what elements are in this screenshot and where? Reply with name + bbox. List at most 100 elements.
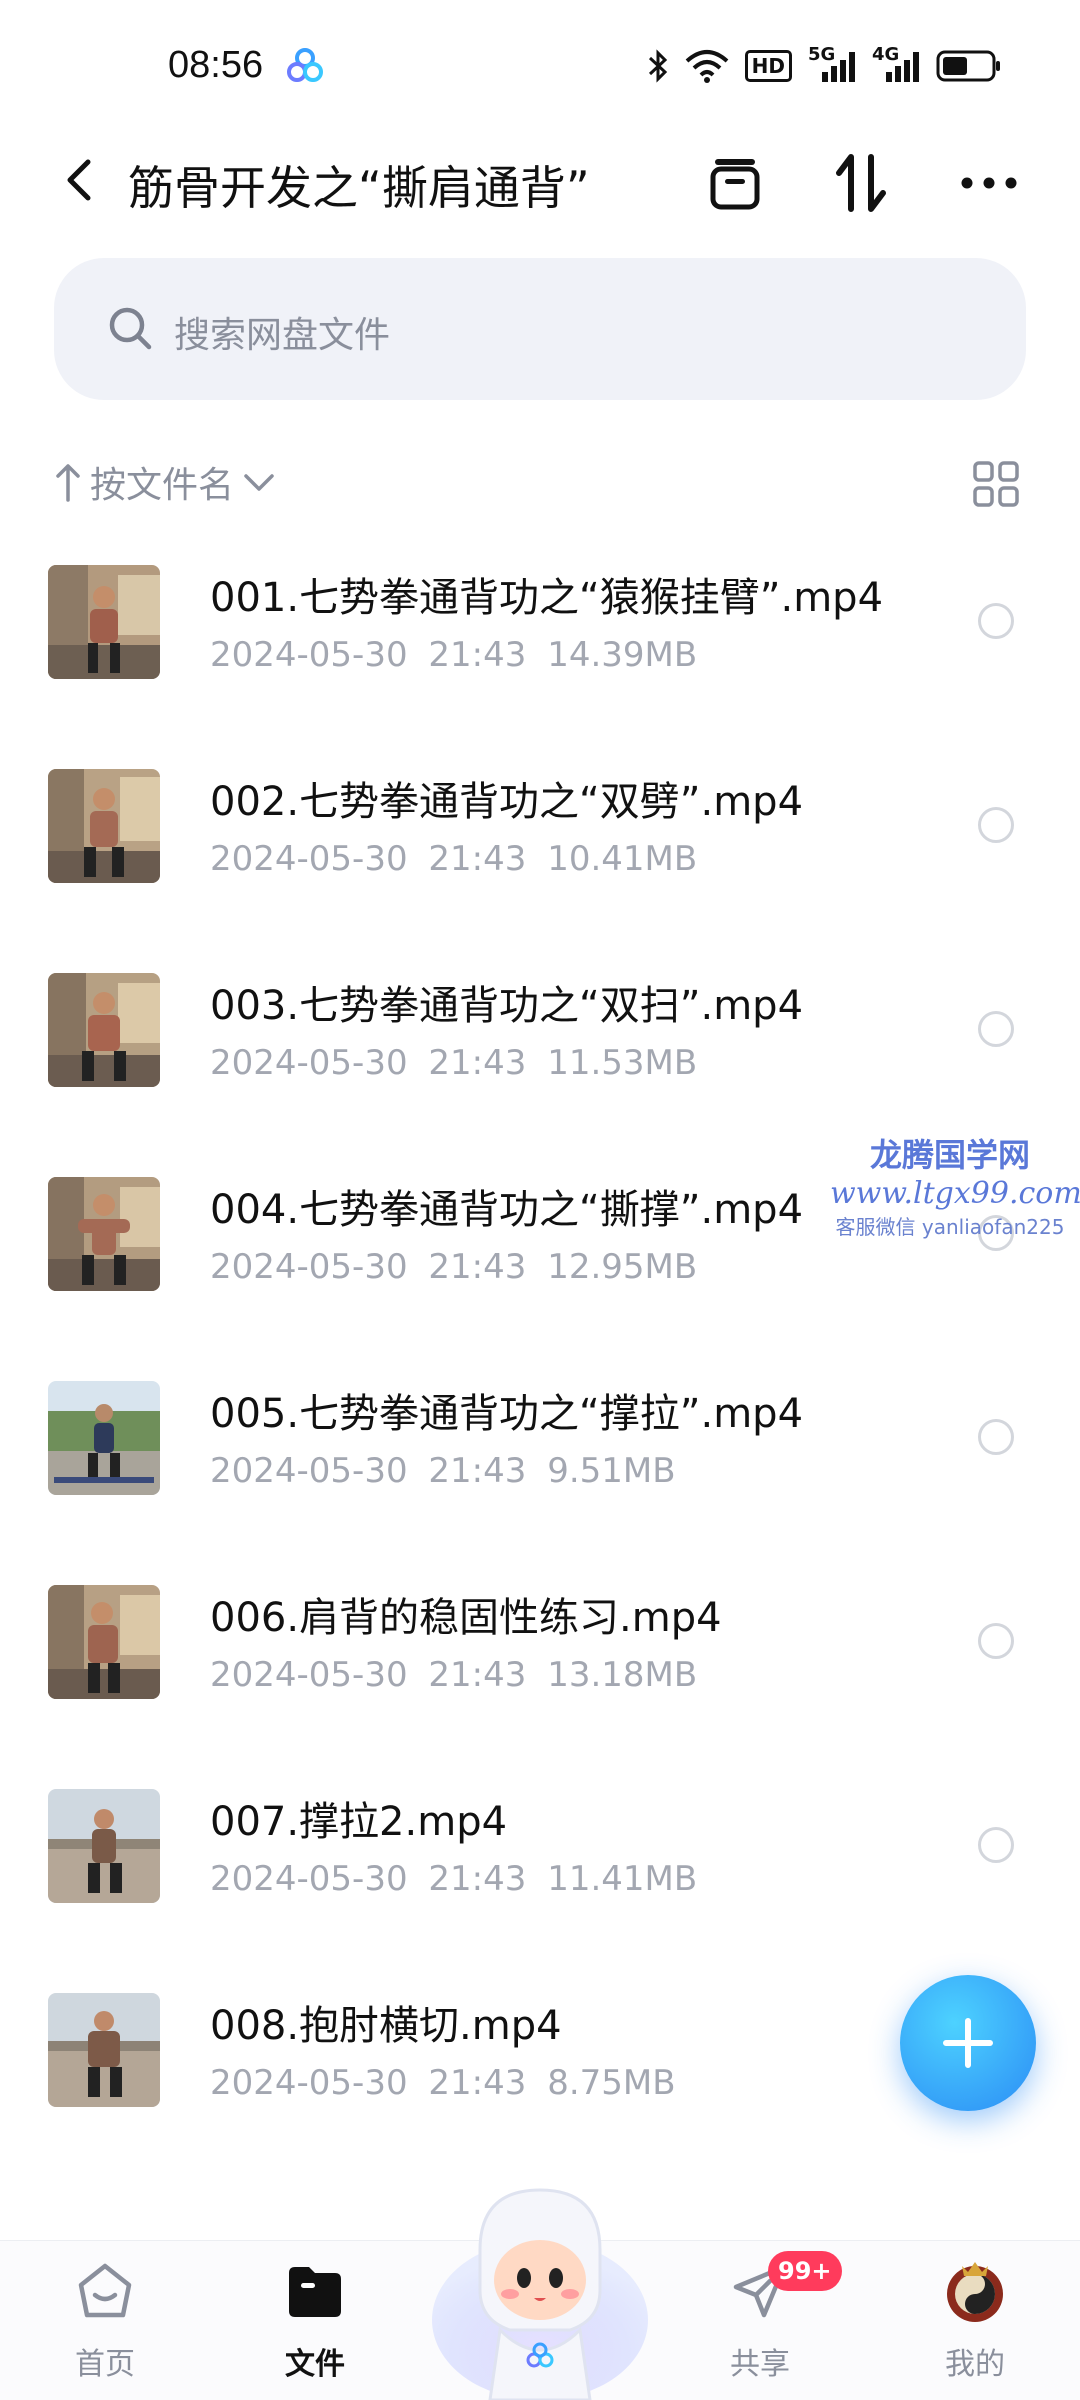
file-date: 2024-05-30 (210, 1451, 408, 1491)
file-time: 21:43 (428, 1859, 527, 1899)
search-input[interactable]: 搜索网盘文件 (54, 258, 1026, 400)
sort-by-name-button[interactable]: 按文件名 (54, 454, 276, 510)
back-icon (67, 159, 91, 201)
sort-icon (836, 154, 886, 212)
nav-home[interactable]: 首页 (35, 2251, 175, 2391)
more-button[interactable] (954, 148, 1024, 218)
watermark-title: 龙腾国学网 (869, 1136, 1030, 1174)
bluetooth-icon (647, 48, 669, 84)
file-meta: 2024-05-30 21:43 14.39MB (210, 635, 697, 675)
sort-row: 按文件名 (54, 448, 1026, 518)
file-row[interactable]: 005.七势拳通背功之“撑拉”.mp4 2024-05-30 21:43 9.5… (0, 1361, 1080, 1565)
file-name: 006.肩背的稳固性练习.mp4 (210, 1595, 722, 1641)
file-row[interactable]: 002.七势拳通背功之“双劈”.mp4 2024-05-30 21:43 10.… (0, 749, 1080, 953)
video-thumbnail (48, 1585, 160, 1699)
file-meta: 2024-05-30 21:43 11.53MB (210, 1043, 697, 1083)
file-time: 21:43 (428, 1655, 527, 1695)
app-notification-icon (285, 46, 325, 86)
select-checkbox[interactable] (978, 807, 1014, 843)
file-row[interactable]: 003.七势拳通背功之“双扫”.mp4 2024-05-30 21:43 11.… (0, 953, 1080, 1157)
file-size: 13.18MB (547, 1655, 698, 1695)
file-date: 2024-05-30 (210, 1655, 408, 1695)
file-row[interactable]: 006.肩背的稳固性练习.mp4 2024-05-30 21:43 13.18M… (0, 1565, 1080, 1769)
file-name: 004.七势拳通背功之“撕撑”.mp4 (210, 1187, 804, 1233)
nav-files[interactable]: 文件 (245, 2251, 385, 2391)
hd-icon: HD (744, 50, 792, 82)
nav-files-label: 文件 (285, 2347, 345, 2382)
select-checkbox[interactable] (978, 1623, 1014, 1659)
header: 筋骨开发之“撕肩通背” (0, 130, 1080, 230)
file-list: 001.七势拳通背功之“猿猴挂臂”.mp4 2024-05-30 21:43 1… (0, 545, 1080, 2177)
file-date: 2024-05-30 (210, 1859, 408, 1899)
home-icon (78, 2263, 132, 2318)
arrow-up-icon (56, 464, 80, 502)
file-meta: 2024-05-30 21:43 9.51MB (210, 1451, 676, 1491)
signal-4g-icon: 4G (872, 44, 920, 84)
video-thumbnail (48, 769, 160, 883)
video-thumbnail (48, 1789, 160, 1903)
file-date: 2024-05-30 (210, 839, 408, 879)
wifi-icon (685, 49, 729, 83)
file-name: 005.七势拳通背功之“撑拉”.mp4 (210, 1391, 804, 1437)
status-bar: 08:56 HD 5G 4G (0, 0, 1080, 120)
file-size: 11.41MB (547, 1859, 698, 1899)
plus-icon (943, 2018, 993, 2068)
file-time: 21:43 (428, 1451, 527, 1491)
ai-assistant-mascot[interactable] (430, 2170, 650, 2400)
search-placeholder: 搜索网盘文件 (174, 315, 391, 356)
file-name: 003.七势拳通背功之“双扫”.mp4 (210, 983, 804, 1029)
file-row[interactable]: 001.七势拳通背功之“猿猴挂臂”.mp4 2024-05-30 21:43 1… (0, 545, 1080, 749)
add-button[interactable] (900, 1975, 1036, 2111)
more-icon (961, 177, 1017, 189)
nav-share-label: 共享 (730, 2347, 790, 2382)
archive-icon (710, 159, 760, 210)
file-size: 9.51MB (547, 1451, 676, 1491)
file-time: 21:43 (428, 1043, 527, 1083)
sort-label: 按文件名 (90, 465, 235, 506)
file-size: 10.41MB (547, 839, 698, 879)
file-row[interactable]: 007.撑拉2.mp4 2024-05-30 21:43 11.41MB (0, 1769, 1080, 1973)
archive-button[interactable] (700, 148, 770, 218)
file-time: 21:43 (428, 635, 527, 675)
file-size: 8.75MB (547, 2063, 676, 2103)
file-meta: 2024-05-30 21:43 10.41MB (210, 839, 697, 879)
nav-share[interactable]: 共享 99+ (690, 2251, 842, 2391)
file-date: 2024-05-30 (210, 635, 408, 675)
select-checkbox[interactable] (978, 1011, 1014, 1047)
video-thumbnail (48, 1993, 160, 2107)
file-meta: 2024-05-30 21:43 12.95MB (210, 1247, 697, 1287)
file-size: 11.53MB (547, 1043, 698, 1083)
file-meta: 2024-05-30 21:43 8.75MB (210, 2063, 676, 2103)
grid-view-icon (973, 461, 1019, 507)
select-checkbox[interactable] (978, 1419, 1014, 1455)
video-thumbnail (48, 565, 160, 679)
file-time: 21:43 (428, 1247, 527, 1287)
file-name: 007.撑拉2.mp4 (210, 1799, 508, 1845)
video-thumbnail (48, 1381, 160, 1495)
file-date: 2024-05-30 (210, 1247, 408, 1287)
file-date: 2024-05-30 (210, 2063, 408, 2103)
file-meta: 2024-05-30 21:43 11.41MB (210, 1859, 697, 1899)
grid-view-toggle[interactable] (966, 454, 1026, 514)
avatar (947, 2262, 1003, 2322)
signal-5g-icon: 5G (808, 44, 856, 84)
file-size: 14.39MB (547, 635, 698, 675)
watermark-wechat: 客服微信 yanliaofan225 (835, 1215, 1065, 1239)
file-size: 12.95MB (547, 1247, 698, 1287)
select-checkbox[interactable] (978, 1827, 1014, 1863)
select-checkbox[interactable] (978, 603, 1014, 639)
watermark: 龙腾国学网 www.ltgx99.com 客服微信 yanliaofan225 (830, 1130, 1080, 1240)
chevron-down-icon (244, 474, 274, 491)
file-time: 21:43 (428, 2063, 527, 2103)
status-time: 08:56 (168, 44, 264, 86)
nav-mine[interactable]: 我的 (905, 2251, 1045, 2391)
sort-button[interactable] (826, 148, 896, 218)
nav-mine-label: 我的 (945, 2347, 1005, 2382)
video-thumbnail (48, 973, 160, 1087)
file-meta: 2024-05-30 21:43 13.18MB (210, 1655, 697, 1695)
file-name: 002.七势拳通背功之“双劈”.mp4 (210, 779, 804, 825)
back-button[interactable] (48, 148, 112, 212)
share-badge: 99+ (768, 2251, 842, 2291)
hd-label: HD (751, 54, 785, 78)
file-date: 2024-05-30 (210, 1043, 408, 1083)
